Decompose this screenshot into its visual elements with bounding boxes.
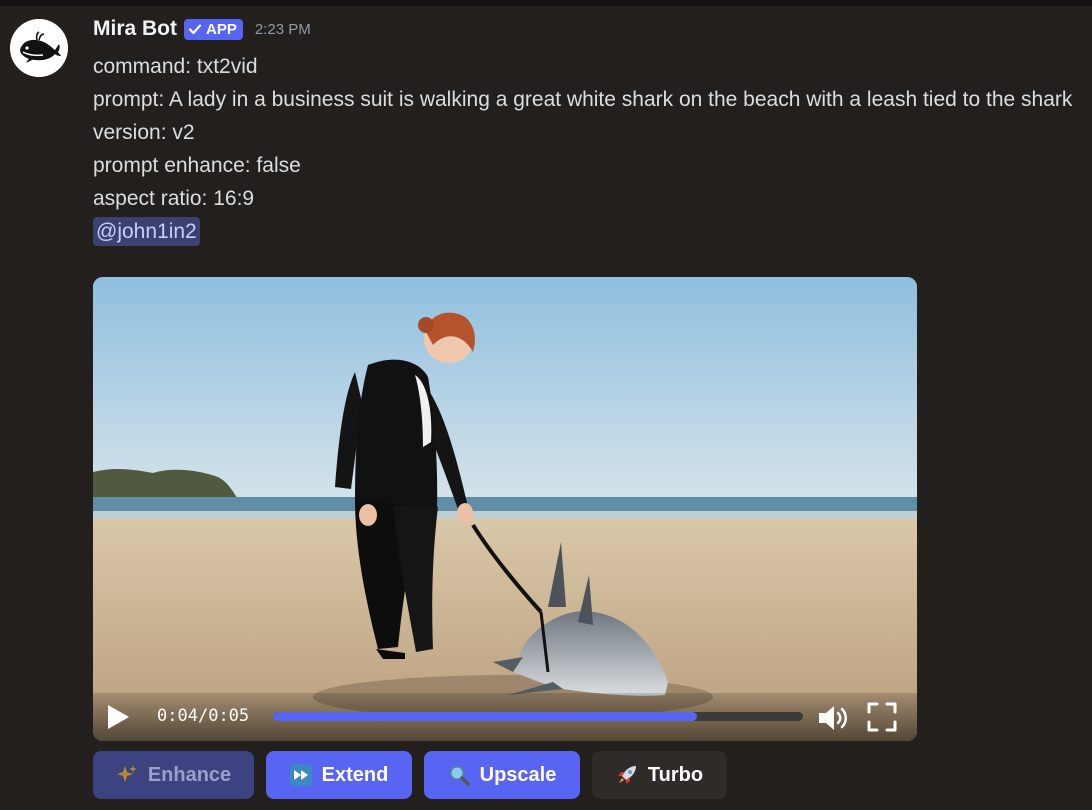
- command-line: command: txt2vid: [93, 55, 258, 78]
- app-badge: APP: [184, 18, 243, 40]
- video-controls: 0:04/0:05: [93, 693, 917, 741]
- sparkles-icon: [116, 764, 138, 786]
- fast-forward-icon: [289, 764, 312, 786]
- turbo-label: Turbo: [647, 763, 704, 786]
- app-badge-label: APP: [206, 20, 237, 38]
- message-header: Mira Bot APP 2:23 PM: [93, 16, 311, 42]
- current-time: 0:04: [157, 706, 198, 726]
- volume-button[interactable]: [817, 703, 851, 733]
- progress-fill: [273, 712, 697, 721]
- duration: 0:05: [208, 706, 250, 726]
- extend-label: Extend: [321, 763, 389, 786]
- prompt-enhance-line: prompt enhance: false: [93, 154, 301, 177]
- upscale-label: Upscale: [479, 763, 557, 786]
- rocket-icon: [616, 764, 638, 786]
- version-line: version: v2: [93, 121, 195, 144]
- aspect-ratio-line: aspect ratio: 16:9: [93, 187, 255, 210]
- prompt-line: prompt: A lady in a business suit is wal…: [93, 88, 1073, 111]
- username[interactable]: Mira Bot: [93, 17, 177, 41]
- checkmark-icon: [188, 24, 202, 35]
- turbo-button[interactable]: Turbo: [592, 751, 727, 799]
- action-buttons: Enhance Extend Upscale Turbo: [93, 751, 727, 799]
- video-player[interactable]: 0:04/0:05: [93, 277, 917, 741]
- user-mention[interactable]: @john1in2: [93, 217, 200, 246]
- extend-button[interactable]: Extend: [266, 751, 412, 799]
- play-icon: [108, 705, 129, 729]
- enhance-button[interactable]: Enhance: [93, 751, 254, 799]
- magnifier-icon: [448, 764, 470, 786]
- enhance-label: Enhance: [147, 763, 232, 786]
- timestamp[interactable]: 2:23 PM: [255, 21, 311, 38]
- play-button[interactable]: [105, 703, 131, 731]
- avatar[interactable]: [10, 19, 68, 77]
- upscale-button[interactable]: Upscale: [424, 751, 580, 799]
- fullscreen-button[interactable]: [867, 702, 897, 732]
- volume-icon: [819, 706, 847, 730]
- progress-bar[interactable]: [273, 712, 803, 721]
- message-content: command: txt2vid prompt: A lady in a bus…: [93, 50, 1083, 248]
- time-separator: /: [197, 706, 209, 726]
- fullscreen-icon: [867, 702, 897, 732]
- chat-message: Mira Bot APP 2:23 PM command: txt2vid pr…: [0, 6, 1092, 810]
- whale-icon: [10, 19, 68, 77]
- video-time: 0:04/0:05: [157, 706, 249, 726]
- video-frame: [93, 277, 917, 741]
